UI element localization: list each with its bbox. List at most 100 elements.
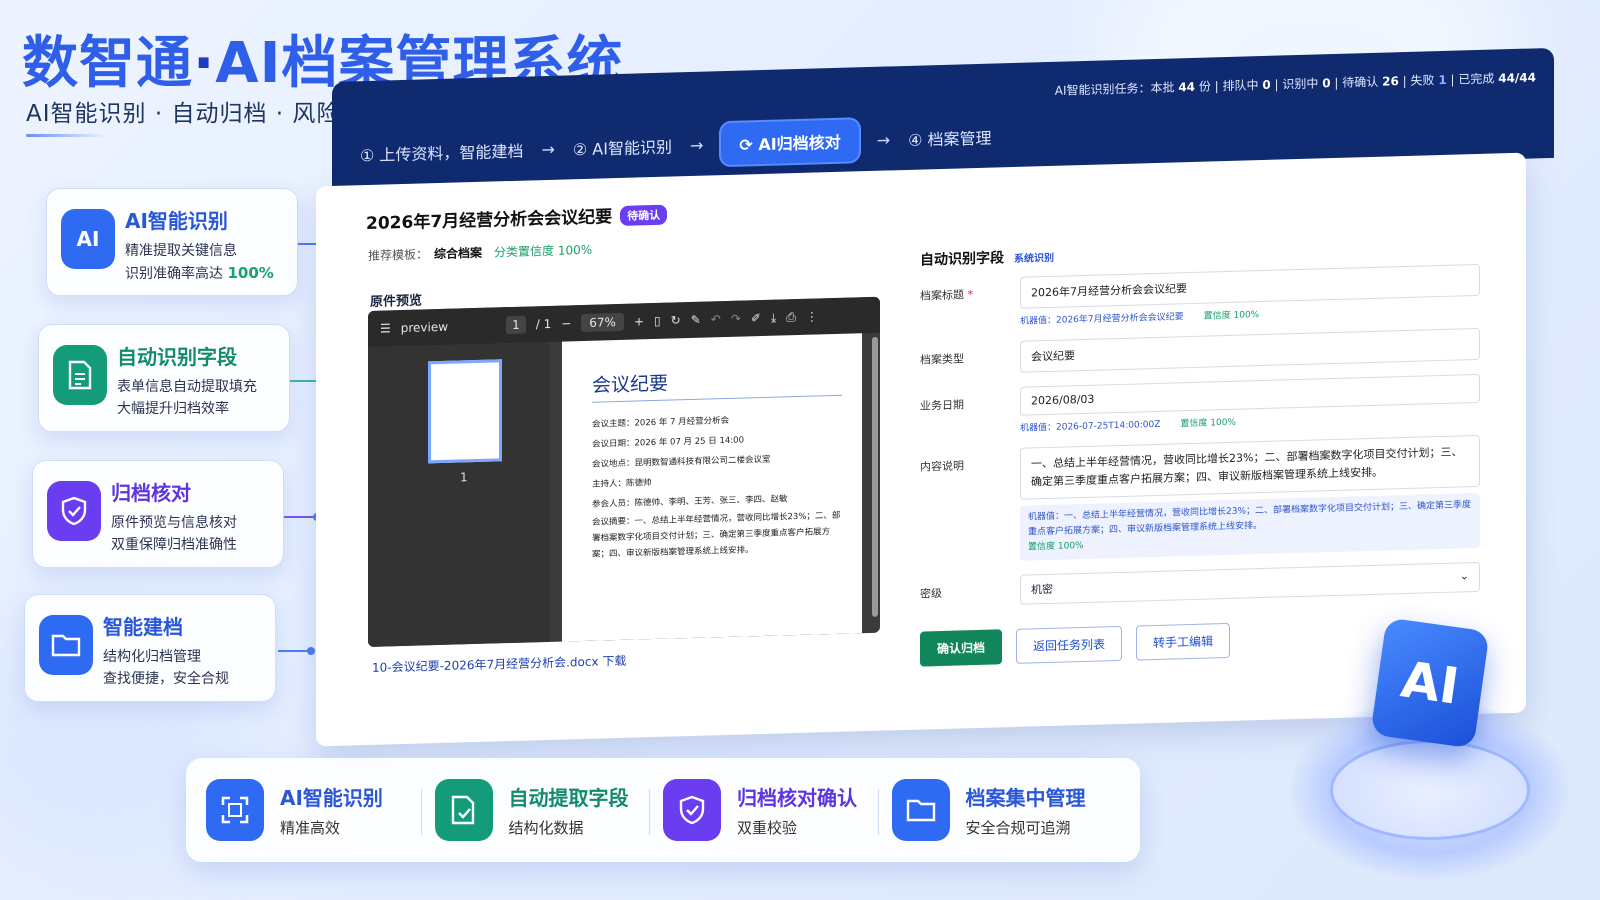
strip-title: AI智能识别: [280, 786, 383, 810]
page-input[interactable]: 1: [506, 315, 526, 335]
viewer-name: preview: [400, 319, 449, 336]
machine-value-box: 机器值：一、总结上半年经营情况，营收同比增长23%；二、部署档案数字化项目交付计…: [1020, 492, 1480, 561]
menu-icon[interactable]: ☰: [380, 321, 391, 335]
zoom-level[interactable]: 67%: [581, 312, 624, 333]
type-input[interactable]: 会议纪要: [1020, 327, 1480, 373]
field-secret: 密级 机密 ⌄: [920, 561, 1480, 608]
page-thumbnail[interactable]: [428, 359, 502, 464]
zoom-in-icon[interactable]: +: [634, 314, 644, 328]
ai-cube-icon: AI: [1370, 617, 1490, 749]
fields-header: 自动识别字段 系统识别: [920, 250, 1054, 269]
strip-item: 档案集中管理安全合规可追溯: [877, 779, 1121, 841]
more-icon[interactable]: ⋮: [806, 309, 818, 323]
document-icon: [53, 345, 107, 405]
preview-label: 原件预览: [370, 293, 423, 310]
confirm-archive-button[interactable]: 确认归档: [920, 629, 1003, 667]
zoom-out-icon[interactable]: −: [561, 316, 571, 330]
step-archive-check[interactable]: ⟳ AI归档核对: [721, 119, 859, 166]
arrow-icon: →: [876, 129, 891, 150]
document-title: 会议纪要: [592, 363, 842, 403]
shield-check-icon: [47, 481, 101, 541]
chevron-down-icon: ⌄: [1459, 569, 1469, 583]
refresh-icon: ⟳: [739, 135, 753, 155]
feature-desc: 表单信息自动提取填充: [117, 379, 257, 395]
system-tag: 系统识别: [1014, 252, 1054, 265]
content-textarea[interactable]: 一、总结上半年经营情况，营收同比增长23%；二、部署档案数字化项目交付计划；三、…: [1020, 434, 1480, 500]
strip-sub: 结构化数据: [508, 819, 584, 837]
pedestal-ring: [1330, 740, 1530, 840]
ai-chip-icon: AI: [61, 209, 115, 269]
document-viewer: ☰ preview 1 / 1 − 67% + ▯ ↻ ✎ ↶ ↷ ✐ ⤓ ⎙ …: [368, 296, 880, 647]
connector: [284, 513, 321, 521]
manual-edit-button[interactable]: 转手工编辑: [1136, 622, 1231, 661]
secret-select[interactable]: 机密 ⌄: [1020, 561, 1480, 605]
redo-icon[interactable]: ↷: [731, 312, 741, 326]
step-archive-manage[interactable]: ④ 档案管理: [908, 125, 991, 151]
template-info: 推荐模板： 综合档案 分类置信度 100%: [368, 242, 593, 263]
arrow-icon: →: [541, 139, 555, 159]
back-to-list-button[interactable]: 返回任务列表: [1016, 625, 1123, 664]
strip-sub: 双重校验: [737, 819, 798, 837]
download-icon[interactable]: ⤓: [771, 310, 776, 325]
bottom-feature-strip: AI智能识别精准高效 自动提取字段结构化数据 归档核对确认双重校验 档案集中管理…: [186, 758, 1140, 862]
document-check-icon: [434, 779, 493, 841]
feature-desc: 大幅提升归档效率: [117, 401, 229, 417]
connector: [278, 647, 315, 655]
step-ai-recognition[interactable]: ② AI智能识别: [573, 134, 672, 161]
feature-title: 自动识别字段: [117, 345, 237, 369]
app-window: ① 上传资料，智能建档 → ② AI智能识别 → ⟳ AI归档核对 → ④ 档案…: [316, 47, 1554, 747]
arrow-icon: →: [689, 135, 704, 155]
strip-sub: 精准高效: [280, 819, 341, 837]
feature-title: 智能建档: [103, 615, 183, 639]
rotate-icon[interactable]: ↻: [671, 313, 681, 327]
step-nav: ① 上传资料，智能建档 → ② AI智能识别 → ⟳ AI归档核对 → ④ 档案…: [360, 116, 992, 176]
scan-icon: [206, 779, 264, 841]
feature-title: 归档核对: [111, 481, 191, 505]
hero-underline: [26, 134, 106, 137]
record-title: 2026年7月经营分析会会议纪要 待确认: [366, 201, 668, 234]
step-upload[interactable]: ① 上传资料，智能建档: [360, 138, 523, 167]
strip-item: AI智能识别精准高效: [206, 779, 435, 841]
feature-desc: 识别准确率高达: [125, 266, 223, 282]
feature-title: AI智能识别: [125, 209, 228, 233]
feature-desc: 原件预览与信息核对: [111, 515, 237, 531]
feature-desc: 双重保障归档准确性: [111, 537, 237, 553]
field-title: 档案标题 * 2026年7月经营分析会会议纪要 机器值：2026年7月经营分析会…: [920, 263, 1480, 330]
folder-icon: [891, 779, 950, 841]
feature-card-auto-fields: 自动识别字段 表单信息自动提取填充 大幅提升归档效率: [38, 324, 290, 432]
annotate-icon[interactable]: ✎: [691, 313, 701, 327]
strip-title: 档案集中管理: [965, 786, 1086, 810]
task-status: AI智能识别任务：本批 44 份 | 排队中 0 | 识别中 0 | 待确认 2…: [1054, 70, 1536, 98]
step-label: AI归档核对: [758, 132, 841, 155]
field-type: 档案类型 会议纪要: [920, 327, 1480, 376]
field-date: 业务日期 2026/08/03 机器值：2026-07-25T14:00:00Z…: [920, 373, 1480, 437]
thumbnail-number: 1: [460, 470, 468, 485]
feature-card-ai-recognition: AI AI智能识别 精准提取关键信息 识别准确率高达 100%: [46, 188, 298, 296]
thumbnail-sidebar: 1: [368, 341, 550, 647]
document-page: 会议纪要 会议主题：2026 年 7 月经营分析会 会议日期：2026 年 07…: [562, 333, 862, 642]
print-icon[interactable]: ⎙: [786, 310, 796, 325]
strip-title: 归档核对确认: [737, 786, 857, 810]
strip-item: 自动提取字段结构化数据: [420, 779, 664, 841]
strip-title: 自动提取字段: [508, 786, 629, 810]
draw-icon[interactable]: ✐: [751, 311, 761, 325]
feature-desc: 结构化归档管理: [103, 649, 201, 665]
accuracy-value: 100%: [227, 264, 274, 282]
fit-page-icon[interactable]: ▯: [654, 314, 661, 328]
page-total: / 1: [535, 316, 552, 332]
recognized-fields: 自动识别字段 系统识别 档案标题 * 2026年7月经营分析会会议纪要 机器值：2…: [920, 234, 1480, 667]
viewer-scrollbar[interactable]: [872, 336, 878, 617]
feature-desc: 查找便捷，安全合规: [103, 671, 229, 687]
field-content: 内容说明 一、总结上半年经营情况，营收同比增长23%；二、部署档案数字化项目交付…: [920, 434, 1480, 564]
file-download-link[interactable]: 10-会议纪要-2026年7月经营分析会.docx 下载: [372, 652, 626, 676]
document-summary: 会议摘要：一、总结上半年经营情况，营收同比增长23%；二、部署档案数字化项目交付…: [592, 510, 841, 560]
feature-card-smart-archive: 智能建档 结构化归档管理 查找便捷，安全合规: [24, 594, 276, 702]
strip-sub: 安全合规可追溯: [965, 819, 1071, 837]
status-badge: 待确认: [620, 204, 668, 226]
undo-icon[interactable]: ↶: [711, 312, 721, 326]
feature-desc: 精准提取关键信息: [125, 243, 237, 259]
strip-item: 归档核对确认双重校验: [649, 779, 892, 841]
folder-icon: [39, 615, 93, 675]
main-panel: 2026年7月经营分析会会议纪要 待确认 推荐模板： 综合档案 分类置信度 100% …: [316, 152, 1526, 747]
shield-check-icon: [663, 779, 721, 841]
